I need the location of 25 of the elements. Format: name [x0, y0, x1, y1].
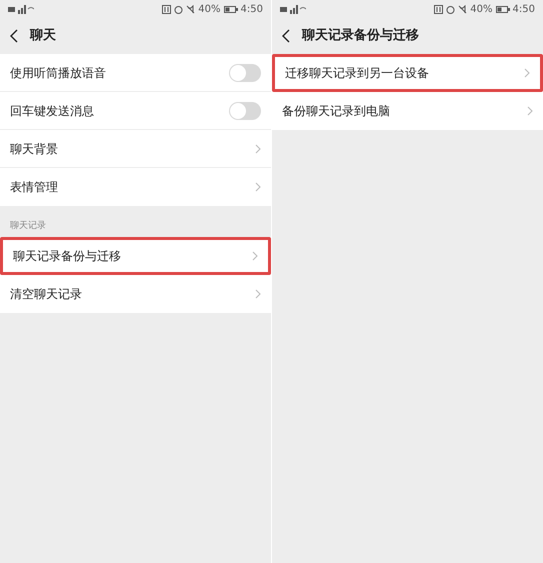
- chevron-icon: [252, 251, 258, 261]
- battery-icon: [224, 6, 238, 12]
- section-header: 聊天记录: [10, 220, 46, 232]
- battery-percent: 40%: [470, 2, 493, 16]
- screen-title: 聊天: [30, 27, 56, 46]
- chevron-icon: [255, 144, 261, 154]
- battery-icon: [496, 6, 510, 12]
- battery-percent: 40%: [198, 2, 221, 16]
- clock-time: 4:50: [240, 2, 263, 16]
- chevron-icon: [524, 68, 530, 78]
- signal-icon: [8, 4, 34, 14]
- settings-row[interactable]: 聊天记录备份与迁移: [0, 237, 271, 275]
- chevron-icon: [255, 289, 261, 299]
- back-button[interactable]: [8, 28, 20, 44]
- chevron-icon: [527, 106, 533, 116]
- screen-title: 聊天记录备份与迁移: [302, 26, 419, 46]
- alarm-icon: [174, 4, 184, 14]
- signal-icon: [280, 4, 306, 14]
- toggle-switch[interactable]: [229, 102, 261, 120]
- settings-row[interactable]: 迁移聊天记录到另一台设备: [272, 54, 543, 92]
- chevron-icon: [255, 182, 261, 192]
- alarm-icon: [446, 4, 456, 14]
- clock-time: 4:50: [512, 2, 535, 16]
- toggle-switch[interactable]: [229, 64, 261, 82]
- back-button[interactable]: [280, 28, 292, 44]
